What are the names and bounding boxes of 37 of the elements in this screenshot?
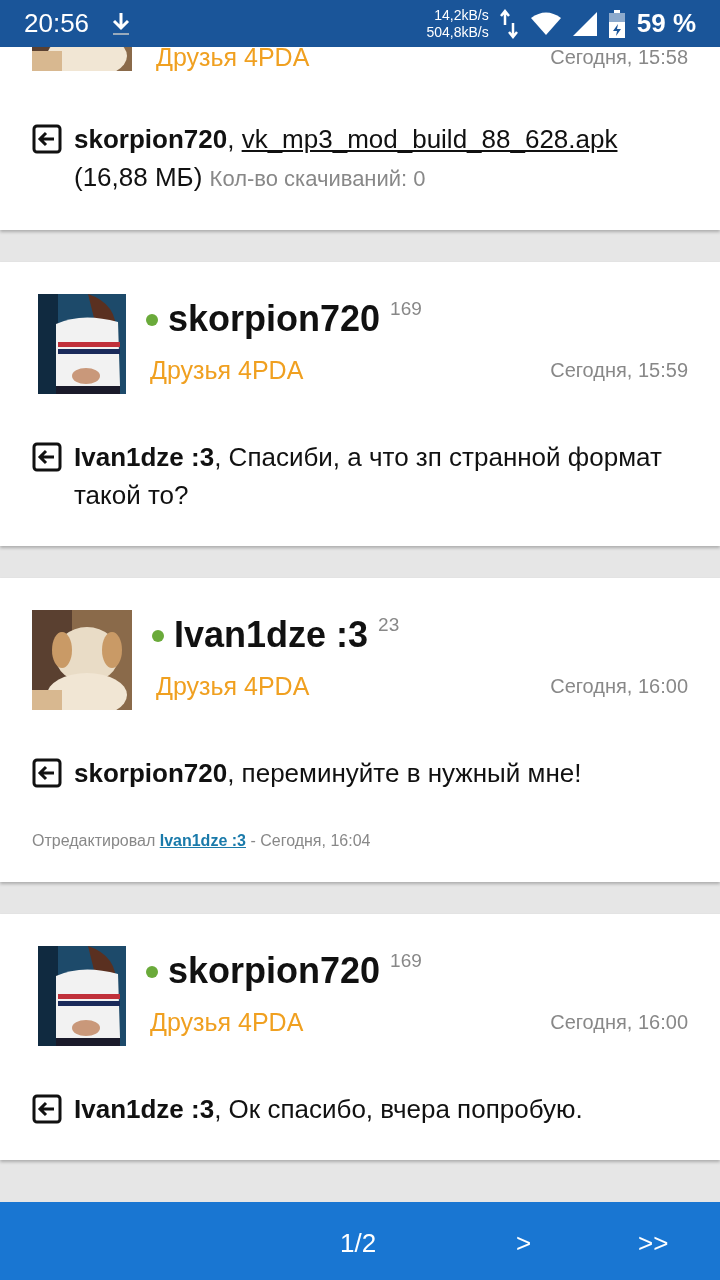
post-text: Ivan1dze :3, Спасиби, а что зп странной формат такой то? <box>74 441 663 512</box>
battery-level: 59 % <box>636 8 696 39</box>
post-date: Сегодня, 16:00 <box>550 1011 688 1034</box>
user-link[interactable]: Ivan1dze :3 <box>159 832 246 849</box>
user-group: Друзья 4PDA <box>156 43 310 72</box>
reply-icon[interactable] <box>32 442 62 472</box>
page-indicator[interactable]: 1/2 <box>332 1224 385 1263</box>
post-text: skorpion720, переминуйте в нужный мне! <box>74 757 583 790</box>
edit-note: Отредактировал Ivan1dze :3 - Сегодня, 16:04 <box>32 832 372 850</box>
author-name[interactable]: skorpion720 <box>168 950 381 992</box>
data-arrows-icon <box>498 8 519 39</box>
post-date: Сегодня, 15:59 <box>550 359 688 382</box>
user-group: Друзья 4PDA <box>150 1008 304 1037</box>
reply-icon[interactable] <box>32 758 62 788</box>
post-text: skorpion720, vk_mp3_mod_build_88_628.apk (16,88 МБ) Кол-во скачиваний: 0 <box>74 123 619 194</box>
last-page-button[interactable]: >> <box>630 1224 677 1263</box>
reputation: 169 <box>390 298 422 320</box>
post-date: Сегодня, 16:00 <box>550 675 688 698</box>
download-speed: 504,8kB/s <box>426 23 489 41</box>
reply-icon[interactable] <box>32 1094 62 1124</box>
upload-speed: 14,2kB/s <box>434 6 489 24</box>
signal-icon <box>572 11 597 36</box>
next-page-button[interactable]: > <box>508 1224 540 1263</box>
author-name[interactable]: Ivan1dze :3 <box>174 614 369 656</box>
battery-icon <box>608 9 625 38</box>
file-link[interactable]: vk_mp3_mod_build_88_628.apk <box>241 124 618 154</box>
user-group: Друзья 4PDA <box>150 356 304 385</box>
download-icon <box>111 10 132 37</box>
post-date: Сегодня, 15:58 <box>550 46 688 69</box>
author-name[interactable]: skorpion720 <box>168 298 381 340</box>
reputation: 169 <box>390 950 422 972</box>
wifi-icon <box>530 11 561 36</box>
clock: 20:56 <box>24 8 90 39</box>
user-group: Друзья 4PDA <box>156 672 310 701</box>
reputation: 23 <box>378 614 400 636</box>
post-text: Ivan1dze :3, Ок спасибо, вчера попробую. <box>74 1093 584 1126</box>
reply-icon[interactable] <box>32 124 62 154</box>
